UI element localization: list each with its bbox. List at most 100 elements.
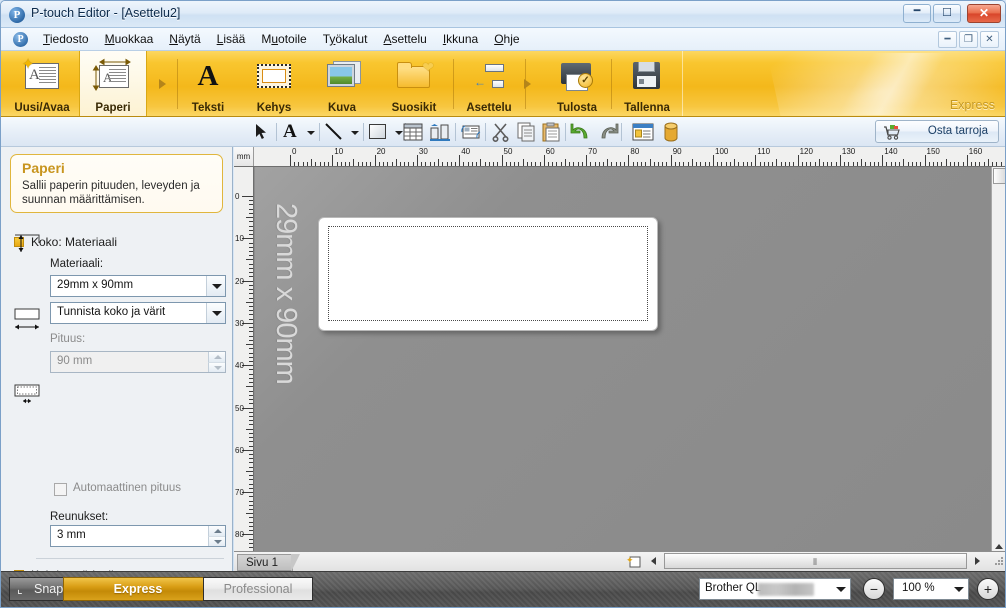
canvas-horizontal-scrollbar[interactable]: ⫴ — [646, 553, 985, 570]
document-icon[interactable]: P — [13, 32, 28, 47]
line-tool-dropdown-caret[interactable] — [348, 121, 361, 143]
ruler-tick-label: 80 — [235, 530, 244, 540]
resize-grip[interactable] — [994, 557, 1004, 567]
length-spinner[interactable]: 90 mm — [50, 351, 226, 373]
mdi-close-button[interactable]: ✕ — [980, 31, 999, 48]
ribbon-button-new-open[interactable]: A ✦ Uusi/Avaa — [7, 51, 77, 116]
menu-item-lisaa[interactable]: Lisää — [209, 28, 254, 51]
ruler-tick — [717, 162, 719, 166]
window-close-button[interactable]: ✕ — [967, 4, 1001, 23]
rectangle-tool-icon[interactable] — [366, 121, 390, 143]
material-label: Materiaali: — [50, 258, 104, 270]
chevron-down-icon[interactable] — [831, 579, 850, 599]
mode-button-professional[interactable]: Professional — [203, 577, 313, 601]
text-tool-icon[interactable]: A — [279, 121, 303, 143]
ruler-tick — [332, 155, 334, 166]
stepper-up-icon[interactable] — [208, 352, 225, 362]
horizontal-ruler[interactable]: mm 0 10 20 30 40 50 60 70 80 90 100 110 120 130 140 150… — [234, 147, 1005, 167]
menu-item-tiedosto[interactable]: Tiedosto — [35, 28, 97, 51]
ribbon-button-print[interactable]: ✓ Tulosta — [545, 51, 609, 116]
canvas-vertical-scrollbar[interactable] — [991, 167, 1005, 555]
stepper-up-icon[interactable] — [208, 526, 225, 536]
redo-icon[interactable] — [595, 121, 619, 143]
scroll-right-arrow[interactable] — [971, 554, 985, 568]
ribbon-expand-arrow-1[interactable] — [156, 77, 170, 91]
mdi-restore-button[interactable]: ❐ — [959, 31, 978, 48]
menu-item-muotoile[interactable]: Muotoile — [253, 28, 314, 51]
table-tool-icon[interactable] — [401, 121, 425, 143]
menu-item-muokkaa[interactable]: Muokkaa — [97, 28, 162, 51]
ruler-tick-label: 160 — [968, 147, 983, 156]
chevron-down-icon[interactable] — [206, 276, 225, 296]
ruler-tick — [937, 162, 939, 166]
ruler-tick — [636, 162, 638, 166]
ruler-tick — [780, 162, 782, 166]
menu-item-nayta[interactable]: Näytä — [161, 28, 208, 51]
chevron-down-icon[interactable] — [949, 579, 968, 599]
canvas-area: mm 0 10 20 30 40 50 60 70 80 90 100 110 120 130 140 150… — [234, 147, 1005, 571]
ruler-unit-label[interactable]: mm — [234, 147, 254, 166]
ruler-tick-label: 120 — [799, 147, 813, 156]
printer-selector-combo[interactable]: Brother QL — [699, 578, 851, 600]
ribbon-button-frame[interactable]: Kehys — [243, 51, 305, 116]
menu-item-asettelu[interactable]: Asettelu — [375, 28, 434, 51]
ruler-tick — [249, 394, 253, 396]
mdi-minimize-button[interactable]: ━ — [938, 31, 957, 48]
cut-icon[interactable] — [490, 121, 514, 143]
select-arrow-icon[interactable] — [250, 121, 274, 143]
canvas-workspace[interactable]: 29mm x 90mm — [255, 167, 1005, 571]
ribbon-button-save[interactable]: Tallenna — [613, 51, 681, 116]
paste-icon[interactable] — [540, 121, 564, 143]
ruler-tick — [505, 162, 507, 166]
ruler-tick-label: 50 — [503, 147, 513, 156]
length-stepper[interactable] — [208, 352, 225, 372]
margins-spinner[interactable]: 3 mm — [50, 525, 226, 547]
ribbon-button-image[interactable]: Kuva — [311, 51, 373, 116]
ribbon-button-favorites[interactable]: ❤ Suosikit — [377, 51, 451, 116]
vertical-ruler[interactable]: 0 10 20 30 40 50 60 70 80 — [234, 167, 254, 571]
menu-item-ohje[interactable]: Ohje — [486, 28, 527, 51]
undo-icon[interactable] — [570, 121, 594, 143]
detect-size-color-combo[interactable]: Tunnista koko ja värit — [50, 302, 226, 324]
window-maximize-button[interactable]: ☐ — [933, 4, 961, 23]
chevron-down-icon[interactable] — [206, 303, 225, 323]
mode-button-express[interactable]: Express — [63, 577, 213, 601]
line-tool-icon[interactable] — [322, 121, 346, 143]
buy-labels-button[interactable]: Osta tarroja — [875, 120, 999, 143]
scrollbar-track[interactable]: ⫴ — [664, 553, 967, 569]
material-size-combo[interactable]: 29mm x 90mm — [50, 275, 226, 297]
zoom-in-button[interactable]: + — [977, 578, 999, 600]
margins-stepper[interactable] — [208, 526, 225, 546]
properties-icon[interactable] — [631, 121, 655, 143]
ribbon-button-text[interactable]: A Teksti — [179, 51, 237, 116]
stepper-down-icon[interactable] — [208, 536, 225, 546]
ruler-tick — [249, 200, 253, 202]
ribbon-expand-arrow-2[interactable] — [521, 77, 535, 91]
window-minimize-button[interactable]: ━ — [903, 4, 931, 23]
scrollbar-thumb[interactable]: ⫴ — [664, 553, 967, 569]
page-tab-1[interactable]: Sivu 1 — [237, 554, 300, 572]
menu-item-ikkuna[interactable]: Ikkuna — [435, 28, 486, 51]
copy-icon[interactable] — [515, 121, 539, 143]
ruler-tick — [249, 500, 253, 502]
stepper-down-icon[interactable] — [208, 362, 225, 372]
text-tool-dropdown-caret[interactable] — [304, 121, 317, 143]
ruler-tick — [844, 162, 846, 166]
zoom-out-button[interactable]: − — [863, 578, 885, 600]
scroll-left-arrow[interactable] — [646, 554, 660, 568]
ruler-tick — [249, 420, 253, 422]
ribbon-button-paper[interactable]: A Paperi — [79, 51, 147, 116]
ruler-tick-label: 150 — [926, 147, 940, 156]
align-tool-icon[interactable] — [428, 121, 452, 143]
zoom-level-combo[interactable]: 100 % — [893, 578, 969, 600]
database-merge-icon[interactable] — [459, 121, 483, 143]
checkbox-icon[interactable] — [54, 483, 67, 496]
database-icon[interactable] — [659, 121, 683, 143]
ribbon-button-layout[interactable]: ← Asettelu — [455, 51, 523, 116]
label-object[interactable] — [318, 217, 658, 331]
scrollbar-thumb[interactable] — [993, 168, 1005, 184]
ribbon-label: Suosikit — [391, 102, 437, 114]
add-page-icon[interactable]: ✦ — [626, 555, 642, 569]
ruler-tick — [666, 162, 668, 166]
menu-item-tyokalut[interactable]: Työkalut — [315, 28, 376, 51]
